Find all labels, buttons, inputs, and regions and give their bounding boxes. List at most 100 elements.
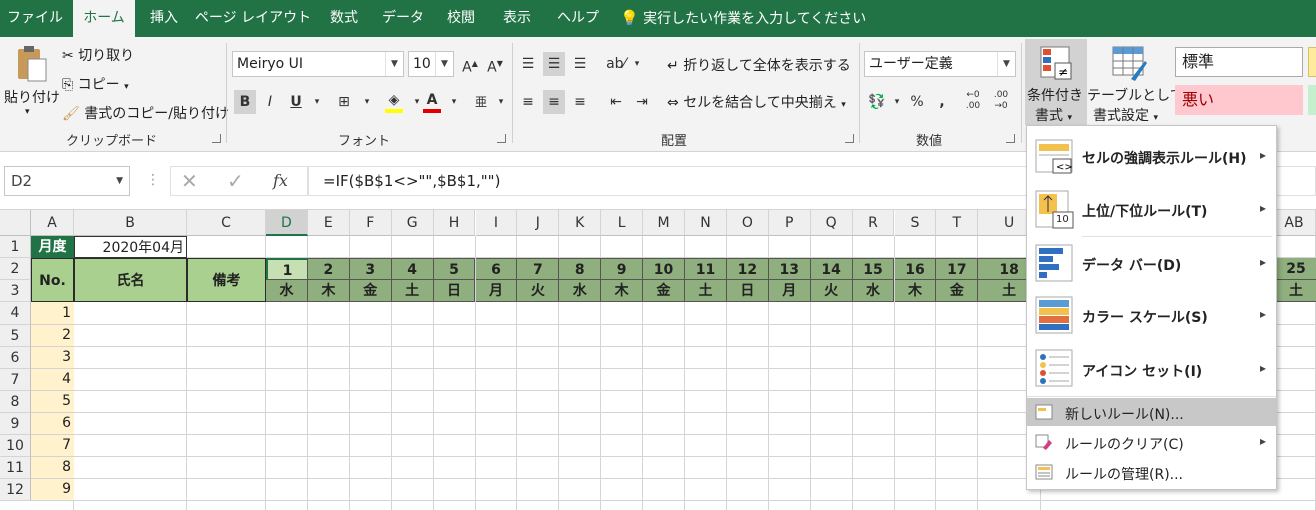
cell-AB3-weekday[interactable]: 土 (1276, 280, 1316, 302)
cell-day-8[interactable]: 8 (559, 258, 602, 280)
tab-page-layout[interactable]: ページ レイアウト (193, 0, 313, 37)
conditional-formatting-button[interactable]: ≠ 条件付き 書式 ▾ (1025, 39, 1087, 125)
row-header-5[interactable]: 5 (0, 325, 31, 347)
menu-item-data-bars[interactable]: データ バー(D) ▸ (1027, 238, 1276, 290)
tell-me-box[interactable]: 💡 実行したい作業を入力してください (620, 0, 866, 37)
name-box[interactable]: D2 ▼ (4, 166, 130, 196)
cell-weekday-7[interactable]: 水 (559, 280, 602, 302)
tab-review[interactable]: 校閲 (435, 0, 487, 37)
cell-A9-number[interactable]: 6 (31, 413, 74, 434)
column-header-A[interactable]: A (31, 210, 74, 236)
cell-A7-number[interactable]: 4 (31, 369, 74, 390)
column-header-S[interactable]: S (894, 210, 937, 236)
column-header-H[interactable]: H (433, 210, 476, 236)
font-name-select[interactable]: Meiryo UI ▼ (232, 51, 404, 77)
align-middle-icon[interactable]: ☰ (543, 52, 565, 76)
tab-view[interactable]: 表示 (491, 0, 543, 37)
column-header-AB[interactable]: AB (1273, 210, 1316, 236)
border-dropdown-icon[interactable]: ▾ (356, 90, 378, 114)
cell-weekday-12[interactable]: 月 (768, 280, 811, 302)
align-left-icon[interactable]: ≡ (517, 90, 539, 114)
cell-weekday-16[interactable]: 金 (936, 280, 979, 302)
cell-day-11[interactable]: 11 (685, 258, 727, 280)
row-header-12[interactable]: 12 (0, 479, 31, 501)
column-header-R[interactable]: R (852, 210, 895, 236)
menu-item-icon-sets[interactable]: アイコン セット(I) ▸ (1027, 342, 1276, 396)
row-header-2[interactable]: 2 (0, 258, 31, 280)
column-header-C[interactable]: C (187, 210, 266, 236)
number-launcher-icon[interactable] (1006, 134, 1015, 143)
decrease-indent-icon[interactable]: ⇤ (605, 90, 627, 114)
cell-weekday-14[interactable]: 水 (852, 280, 895, 302)
insert-function-icon[interactable]: fx (273, 171, 288, 190)
column-header-Q[interactable]: Q (810, 210, 853, 236)
menu-item-top-bottom-rules[interactable]: 10 上位/下位ルール(T) ▸ (1027, 184, 1276, 236)
shrink-font-icon[interactable]: A▼ (484, 52, 506, 76)
column-header-N[interactable]: N (685, 210, 727, 236)
paste-button[interactable]: 貼り付け (4, 87, 60, 107)
paste-dropdown-icon[interactable]: ▾ (25, 107, 30, 117)
cell-day-7[interactable]: 7 (517, 258, 560, 280)
column-header-O[interactable]: O (726, 210, 769, 236)
cell-day-9[interactable]: 9 (601, 258, 644, 280)
cell-day-2[interactable]: 2 (307, 258, 350, 280)
paste-icon[interactable] (14, 45, 48, 85)
cell-A5-number[interactable]: 2 (31, 325, 74, 346)
row-header-3[interactable]: 3 (0, 280, 31, 302)
cell-day-15[interactable]: 15 (852, 258, 895, 280)
cell-weekday-10[interactable]: 土 (685, 280, 727, 302)
cell-C2-note-header[interactable]: 備考 (187, 258, 266, 302)
column-header-P[interactable]: P (768, 210, 811, 236)
phonetic-dropdown-icon[interactable]: ▾ (490, 90, 512, 114)
cell-AB2-day[interactable]: 25 (1276, 258, 1316, 280)
format-painter-button[interactable]: 🖌 書式のコピー/貼り付け (62, 103, 229, 123)
row-header-9[interactable]: 9 (0, 413, 31, 435)
grow-font-icon[interactable]: A▲ (459, 52, 481, 76)
select-all-corner[interactable] (0, 210, 31, 236)
tab-insert[interactable]: 挿入 (137, 0, 191, 37)
cell-weekday-0[interactable]: 水 (266, 280, 308, 302)
format-as-table-button[interactable]: テーブルとして 書式設定 ▾ (1087, 39, 1184, 125)
row-header-6[interactable]: 6 (0, 347, 31, 369)
phonetic-icon[interactable]: 亜 (470, 90, 492, 114)
underline-dropdown-icon[interactable]: ▾ (306, 90, 328, 114)
column-header-K[interactable]: K (559, 210, 602, 236)
style-bad[interactable]: 悪い (1175, 85, 1303, 115)
align-bottom-icon[interactable]: ☰ (569, 52, 591, 76)
cell-A12-number[interactable]: 9 (31, 479, 74, 500)
cell-A10-number[interactable]: 7 (31, 435, 74, 456)
alignment-launcher-icon[interactable] (845, 134, 854, 143)
cell-A1-month-label[interactable]: 月度 (31, 236, 74, 258)
cell-day-5[interactable]: 5 (433, 258, 476, 280)
orientation-icon[interactable]: ab⁄ (605, 52, 627, 76)
style-normal[interactable]: 標準 (1175, 47, 1303, 77)
cut-button[interactable]: ✂ 切り取り (62, 45, 134, 65)
cell-A4-number[interactable]: 1 (31, 302, 74, 324)
cell-day-14[interactable]: 14 (810, 258, 853, 280)
cell-B2-name-header[interactable]: 氏名 (74, 258, 187, 302)
tab-home[interactable]: ホーム (73, 0, 135, 37)
cell-A8-number[interactable]: 5 (31, 391, 74, 412)
font-color-dropdown-icon[interactable]: ▾ (443, 90, 465, 114)
cell-day-12[interactable]: 12 (726, 258, 769, 280)
cell-day-6[interactable]: 6 (475, 258, 518, 280)
cell-weekday-4[interactable]: 日 (433, 280, 476, 302)
cell-weekday-8[interactable]: 木 (601, 280, 644, 302)
cell-weekday-9[interactable]: 金 (643, 280, 685, 302)
underline-button[interactable]: U (285, 90, 307, 114)
cell-weekday-3[interactable]: 土 (391, 280, 434, 302)
menu-item-color-scales[interactable]: カラー スケール(S) ▸ (1027, 290, 1276, 342)
copy-button[interactable]: ⎘ コピー ▾ (62, 74, 129, 94)
cell-weekday-13[interactable]: 火 (810, 280, 853, 302)
orientation-dropdown-icon[interactable]: ▾ (626, 52, 648, 76)
row-header-8[interactable]: 8 (0, 391, 31, 413)
cell-weekday-11[interactable]: 日 (726, 280, 769, 302)
menu-item-new-rule[interactable]: 新しいルール(N)... (1027, 398, 1276, 426)
accounting-format-icon[interactable]: 💱 (866, 90, 888, 114)
tab-file[interactable]: ファイル (0, 0, 70, 37)
accounting-dropdown-icon[interactable]: ▾ (886, 90, 908, 114)
cell-day-3[interactable]: 3 (349, 258, 392, 280)
cell-A2-no-header[interactable]: No. (31, 258, 74, 302)
wrap-text-button[interactable]: ↵ 折り返して全体を表示する (667, 55, 851, 75)
decrease-decimal-icon[interactable]: .00 →0 (990, 90, 1012, 114)
